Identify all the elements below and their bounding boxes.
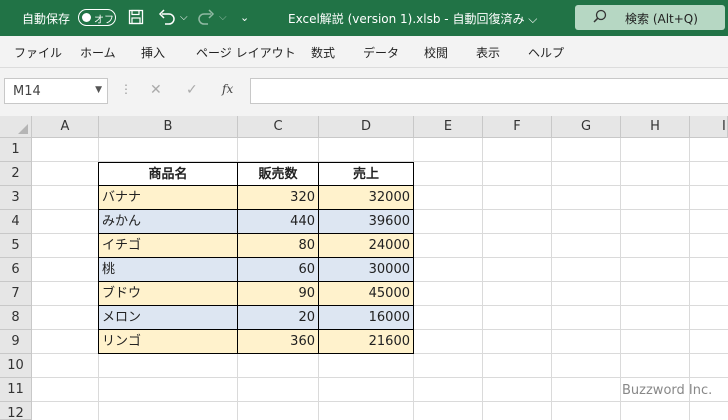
gridline bbox=[32, 401, 728, 402]
table-cell-sales[interactable]: 24000 bbox=[319, 234, 414, 258]
table-cell-quantity[interactable]: 90 bbox=[238, 282, 319, 306]
watermark: Buzzword Inc. bbox=[622, 383, 713, 398]
more-options-icon: ⋮ bbox=[120, 82, 132, 96]
select-all-button[interactable] bbox=[0, 116, 32, 138]
undo-icon[interactable] bbox=[158, 9, 176, 29]
column-header-i[interactable]: I bbox=[690, 116, 728, 138]
table-cell-product[interactable]: みかん bbox=[98, 210, 238, 234]
gridline bbox=[32, 377, 728, 378]
tab-formulas[interactable]: 数式 bbox=[311, 44, 335, 61]
column-header-d[interactable]: D bbox=[319, 116, 414, 138]
row-header-1[interactable]: 1 bbox=[0, 138, 32, 162]
table-cell-product[interactable]: メロン bbox=[98, 306, 238, 330]
row-header-4[interactable]: 4 bbox=[0, 210, 32, 234]
autosave-state: オフ bbox=[94, 15, 114, 26]
column-header-f[interactable]: F bbox=[483, 116, 552, 138]
name-box[interactable]: M14 ▼ bbox=[4, 78, 108, 104]
column-header-c[interactable]: C bbox=[238, 116, 319, 138]
search-placeholder: 検索 (Alt+Q) bbox=[625, 12, 698, 26]
tab-file[interactable]: ファイル bbox=[14, 44, 62, 61]
column-header-b[interactable]: B bbox=[99, 116, 238, 138]
column-header-g[interactable]: G bbox=[552, 116, 621, 138]
table-cell-product[interactable]: バナナ bbox=[98, 186, 238, 210]
name-box-value: M14 bbox=[13, 84, 41, 99]
row-header-5[interactable]: 5 bbox=[0, 234, 32, 258]
table-cell-product[interactable]: リンゴ bbox=[98, 330, 238, 354]
tab-insert[interactable]: 挿入 bbox=[141, 44, 165, 61]
search-box[interactable]: 検索 (Alt+Q) bbox=[575, 5, 725, 30]
autosave-toggle[interactable]: オフ bbox=[78, 9, 116, 26]
table-header-quantity[interactable]: 販売数 bbox=[238, 162, 319, 186]
ribbon-tabs: ファイル ホーム 挿入 ページ レイアウト 数式 データ 校閲 表示 ヘルプ bbox=[0, 36, 728, 68]
row-header-7[interactable]: 7 bbox=[0, 282, 32, 306]
search-icon bbox=[593, 9, 607, 27]
save-icon[interactable] bbox=[128, 9, 144, 29]
table-cell-sales[interactable]: 21600 bbox=[319, 330, 414, 354]
row-header-2[interactable]: 2 bbox=[0, 162, 32, 186]
table-cell-quantity[interactable]: 20 bbox=[238, 306, 319, 330]
column-header-e[interactable]: E bbox=[414, 116, 483, 138]
row-header-10[interactable]: 10 bbox=[0, 354, 32, 378]
table-cell-sales[interactable]: 45000 bbox=[319, 282, 414, 306]
column-header-a[interactable]: A bbox=[32, 116, 99, 138]
tab-review[interactable]: 校閲 bbox=[424, 44, 448, 61]
table-cell-product[interactable]: ブドウ bbox=[98, 282, 238, 306]
table-header-product[interactable]: 商品名 bbox=[98, 162, 238, 186]
tab-help[interactable]: ヘルプ bbox=[528, 44, 564, 61]
table-cell-quantity[interactable]: 320 bbox=[238, 186, 319, 210]
table-cell-sales[interactable]: 39600 bbox=[319, 210, 414, 234]
row-header-6[interactable]: 6 bbox=[0, 258, 32, 282]
redo-icon bbox=[197, 9, 215, 29]
autosave-label: 自動保存 bbox=[22, 12, 71, 26]
row-header-8[interactable]: 8 bbox=[0, 306, 32, 330]
table-cell-quantity[interactable]: 360 bbox=[238, 330, 319, 354]
chevron-down-icon[interactable]: ▼ bbox=[95, 85, 102, 95]
row-header-12[interactable]: 12 bbox=[0, 402, 32, 420]
formula-bar: M14 ▼ ⋮ ✕ ✓ fx bbox=[0, 68, 728, 116]
tab-data[interactable]: データ bbox=[363, 44, 399, 61]
redo-dropdown-icon: ⌵ bbox=[219, 12, 227, 23]
table-cell-sales[interactable]: 16000 bbox=[319, 306, 414, 330]
cancel-icon: ✕ bbox=[150, 82, 162, 98]
row-header-3[interactable]: 3 bbox=[0, 186, 32, 210]
undo-dropdown-icon[interactable]: ⌵ bbox=[180, 9, 188, 26]
worksheet-grid[interactable]: A B C D E F G H I 1 2 3 4 5 6 7 8 9 10 1… bbox=[0, 116, 728, 420]
insert-function-icon[interactable]: fx bbox=[222, 82, 233, 96]
tab-home[interactable]: ホーム bbox=[80, 44, 116, 61]
tab-view[interactable]: 表示 bbox=[476, 44, 500, 61]
column-header-h[interactable]: H bbox=[621, 116, 690, 138]
table-header-sales[interactable]: 売上 bbox=[319, 162, 414, 186]
table-cell-product[interactable]: イチゴ bbox=[98, 234, 238, 258]
table-cell-product[interactable]: 桃 bbox=[98, 258, 238, 282]
tab-page-layout[interactable]: ページ レイアウト bbox=[196, 44, 296, 61]
title-bar: 自動保存 オフ ⌵ ⌵ ⌄ Excel解説 (version 1).xlsb -… bbox=[0, 0, 728, 36]
customize-icon[interactable]: ⌄ bbox=[240, 9, 249, 26]
document-title[interactable]: Excel解説 (version 1).xlsb - 自動回復済み ⌵ bbox=[288, 10, 537, 27]
table-cell-quantity[interactable]: 80 bbox=[238, 234, 319, 258]
enter-icon: ✓ bbox=[186, 82, 198, 98]
table-cell-sales[interactable]: 30000 bbox=[319, 258, 414, 282]
table-cell-sales[interactable]: 32000 bbox=[319, 186, 414, 210]
toggle-knob bbox=[82, 13, 91, 22]
row-header-11[interactable]: 11 bbox=[0, 378, 32, 402]
formula-input[interactable] bbox=[250, 78, 728, 104]
table-cell-quantity[interactable]: 60 bbox=[238, 258, 319, 282]
row-header-9[interactable]: 9 bbox=[0, 330, 32, 354]
table-cell-quantity[interactable]: 440 bbox=[238, 210, 319, 234]
